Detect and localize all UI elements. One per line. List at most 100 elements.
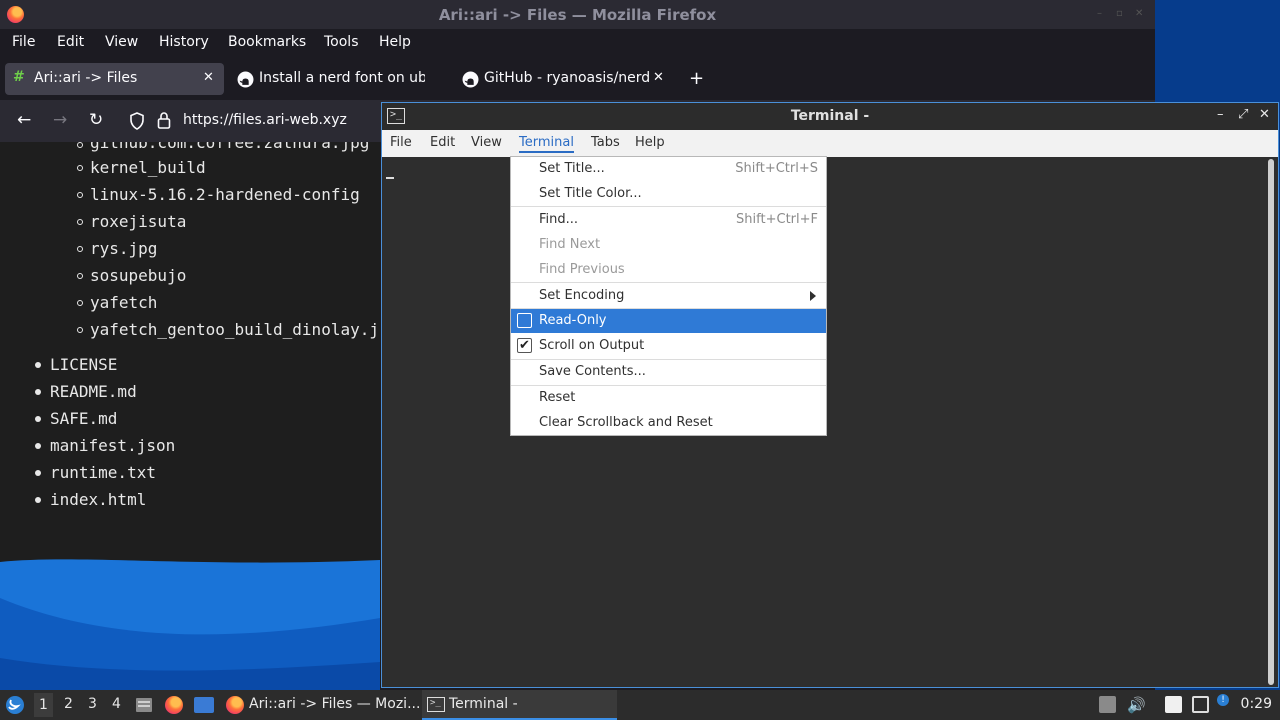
firefox-launcher-icon[interactable] — [165, 696, 183, 714]
terminal-scrollbar[interactable] — [1266, 159, 1276, 685]
shield-icon[interactable] — [129, 112, 145, 130]
show-desktop-icon[interactable] — [194, 697, 214, 713]
menu-item-label: Read-Only — [539, 313, 607, 328]
close-icon[interactable]: ✕ — [1259, 107, 1270, 122]
menu-item-find-next[interactable]: Find Next — [511, 233, 826, 257]
menu-item-label: Find Next — [539, 237, 601, 252]
terminal-menu-edit[interactable]: Edit — [430, 135, 455, 150]
list-item[interactable]: LICENSE — [50, 355, 117, 374]
list-item[interactable]: linux-5.16.2-hardened-config — [90, 185, 360, 204]
workspace-3[interactable]: 3 — [88, 696, 97, 712]
terminal-menu-file[interactable]: File — [390, 135, 412, 150]
scrollbar-thumb[interactable] — [1268, 159, 1274, 685]
menu-item-scroll-on-output[interactable]: ✔ Scroll on Output — [511, 334, 826, 358]
terminal-icon: >_ — [427, 697, 445, 712]
tray-updates-icon[interactable] — [1099, 696, 1116, 713]
terminal-menu-tabs[interactable]: Tabs — [591, 135, 620, 150]
reload-icon[interactable]: ↻ — [89, 110, 103, 130]
menu-item-set-title-color[interactable]: Set Title Color... — [511, 182, 826, 206]
taskbar-task-firefox[interactable]: Ari::ari -> Files — Mozi... — [222, 690, 420, 720]
tab-close-icon[interactable]: ✕ — [653, 70, 664, 85]
list-item[interactable]: sosupebujo — [90, 266, 186, 285]
menu-help[interactable]: Help — [379, 34, 411, 50]
menu-item-accelerator: Shift+Ctrl+F — [736, 212, 818, 227]
tab-bar: # Ari::ari -> Files ✕ Install a nerd fon… — [0, 58, 1155, 100]
desktop-wallpaper-wave — [0, 558, 380, 690]
hash-favicon-icon: # — [13, 69, 25, 85]
start-menu-icon[interactable] — [5, 695, 25, 715]
maximize-icon[interactable]: ⤢ — [1238, 107, 1248, 122]
menu-item-set-encoding[interactable]: Set Encoding — [511, 284, 826, 308]
menu-view[interactable]: View — [105, 34, 138, 50]
menu-separator — [511, 282, 826, 283]
list-item[interactable]: yafetch_gentoo_build_dinolay.j — [90, 320, 379, 339]
new-tab-button[interactable]: + — [689, 68, 704, 89]
checkbox-unchecked-icon[interactable] — [517, 313, 532, 328]
menu-item-set-title[interactable]: Set Title... Shift+Ctrl+S — [511, 157, 826, 181]
workspace-4[interactable]: 4 — [112, 696, 121, 712]
menu-item-save-contents[interactable]: Save Contents... — [511, 360, 826, 384]
tab-files[interactable]: # Ari::ari -> Files ✕ — [5, 63, 224, 95]
menu-item-reset[interactable]: Reset — [511, 386, 826, 410]
list-item[interactable]: kernel_build — [90, 158, 206, 177]
menu-tools[interactable]: Tools — [324, 34, 359, 50]
notification-icon[interactable]: ! — [1217, 694, 1229, 706]
menu-item-clear-scrollback[interactable]: Clear Scrollback and Reset — [511, 411, 826, 435]
tab-close-icon[interactable]: ✕ — [203, 70, 214, 85]
list-bullet — [77, 327, 83, 333]
list-item[interactable]: rys.jpg — [90, 239, 157, 258]
terminal-menu-help[interactable]: Help — [635, 135, 665, 150]
taskbar-task-terminal[interactable]: >_ Terminal - — [422, 690, 617, 720]
menu-item-label: Set Title... — [539, 161, 605, 176]
menu-separator — [511, 206, 826, 207]
back-icon[interactable]: ← — [17, 110, 31, 130]
tab-nerd-font[interactable]: Install a nerd font on ubu — [230, 63, 450, 95]
list-item[interactable]: roxejisuta — [90, 212, 186, 231]
terminal-menu-view[interactable]: View — [471, 135, 502, 150]
submenu-arrow-icon — [810, 291, 816, 301]
volume-icon[interactable]: 🔊 — [1127, 696, 1146, 714]
clipboard-icon[interactable] — [1165, 696, 1182, 713]
menu-item-label: Set Encoding — [539, 288, 625, 303]
file-manager-icon[interactable] — [135, 696, 153, 714]
tab-label: Install a nerd font on ubu — [259, 70, 425, 86]
clock[interactable]: 0:29 — [1241, 696, 1272, 712]
workspace-2[interactable]: 2 — [64, 696, 73, 712]
list-item[interactable]: yafetch — [90, 293, 157, 312]
maximize-icon[interactable]: ▫ — [1116, 8, 1126, 19]
list-item[interactable]: manifest.json — [50, 436, 175, 455]
menu-item-label: Find... — [539, 212, 579, 227]
url-bar[interactable]: https://files.ari-web.xyz — [183, 112, 347, 128]
list-item[interactable]: index.html — [50, 490, 146, 509]
menu-file[interactable]: File — [12, 34, 35, 50]
network-icon[interactable] — [1192, 696, 1209, 713]
menu-history[interactable]: History — [159, 34, 209, 50]
list-item[interactable]: README.md — [50, 382, 137, 401]
list-bullet — [35, 443, 41, 449]
minimize-icon[interactable]: – — [1217, 107, 1224, 122]
menu-bookmarks[interactable]: Bookmarks — [228, 34, 306, 50]
list-item[interactable]: github.com.coffee.zathura.jpg — [90, 142, 369, 152]
close-icon[interactable]: ✕ — [1135, 8, 1145, 19]
firefox-titlebar[interactable]: Ari::ari -> Files — Mozilla Firefox – ▫ … — [0, 0, 1155, 29]
workspace-1[interactable]: 1 — [34, 693, 53, 717]
tab-github[interactable]: GitHub - ryanoasis/nerd-f ✕ — [455, 63, 670, 95]
list-bullet — [77, 246, 83, 252]
forward-icon[interactable]: → — [53, 110, 67, 130]
list-item[interactable]: SAFE.md — [50, 409, 117, 428]
tab-label: GitHub - ryanoasis/nerd-f — [484, 70, 650, 86]
minimize-icon[interactable]: – — [1097, 8, 1107, 19]
lock-icon[interactable] — [157, 111, 171, 129]
checkbox-checked-icon[interactable]: ✔ — [517, 338, 532, 353]
terminal-titlebar[interactable]: >_ Terminal - – ⤢ ✕ — [382, 103, 1278, 130]
list-bullet — [77, 142, 83, 148]
github-icon — [237, 71, 254, 88]
list-item[interactable]: runtime.txt — [50, 463, 156, 482]
menu-item-read-only[interactable]: Read-Only — [511, 309, 826, 333]
menu-item-label: Save Contents... — [539, 364, 646, 379]
menu-item-label: Clear Scrollback and Reset — [539, 415, 713, 430]
menu-edit[interactable]: Edit — [57, 34, 84, 50]
terminal-menu-terminal[interactable]: Terminal — [519, 135, 574, 153]
menu-item-find-previous[interactable]: Find Previous — [511, 258, 826, 282]
menu-item-find[interactable]: Find... Shift+Ctrl+F — [511, 208, 826, 232]
